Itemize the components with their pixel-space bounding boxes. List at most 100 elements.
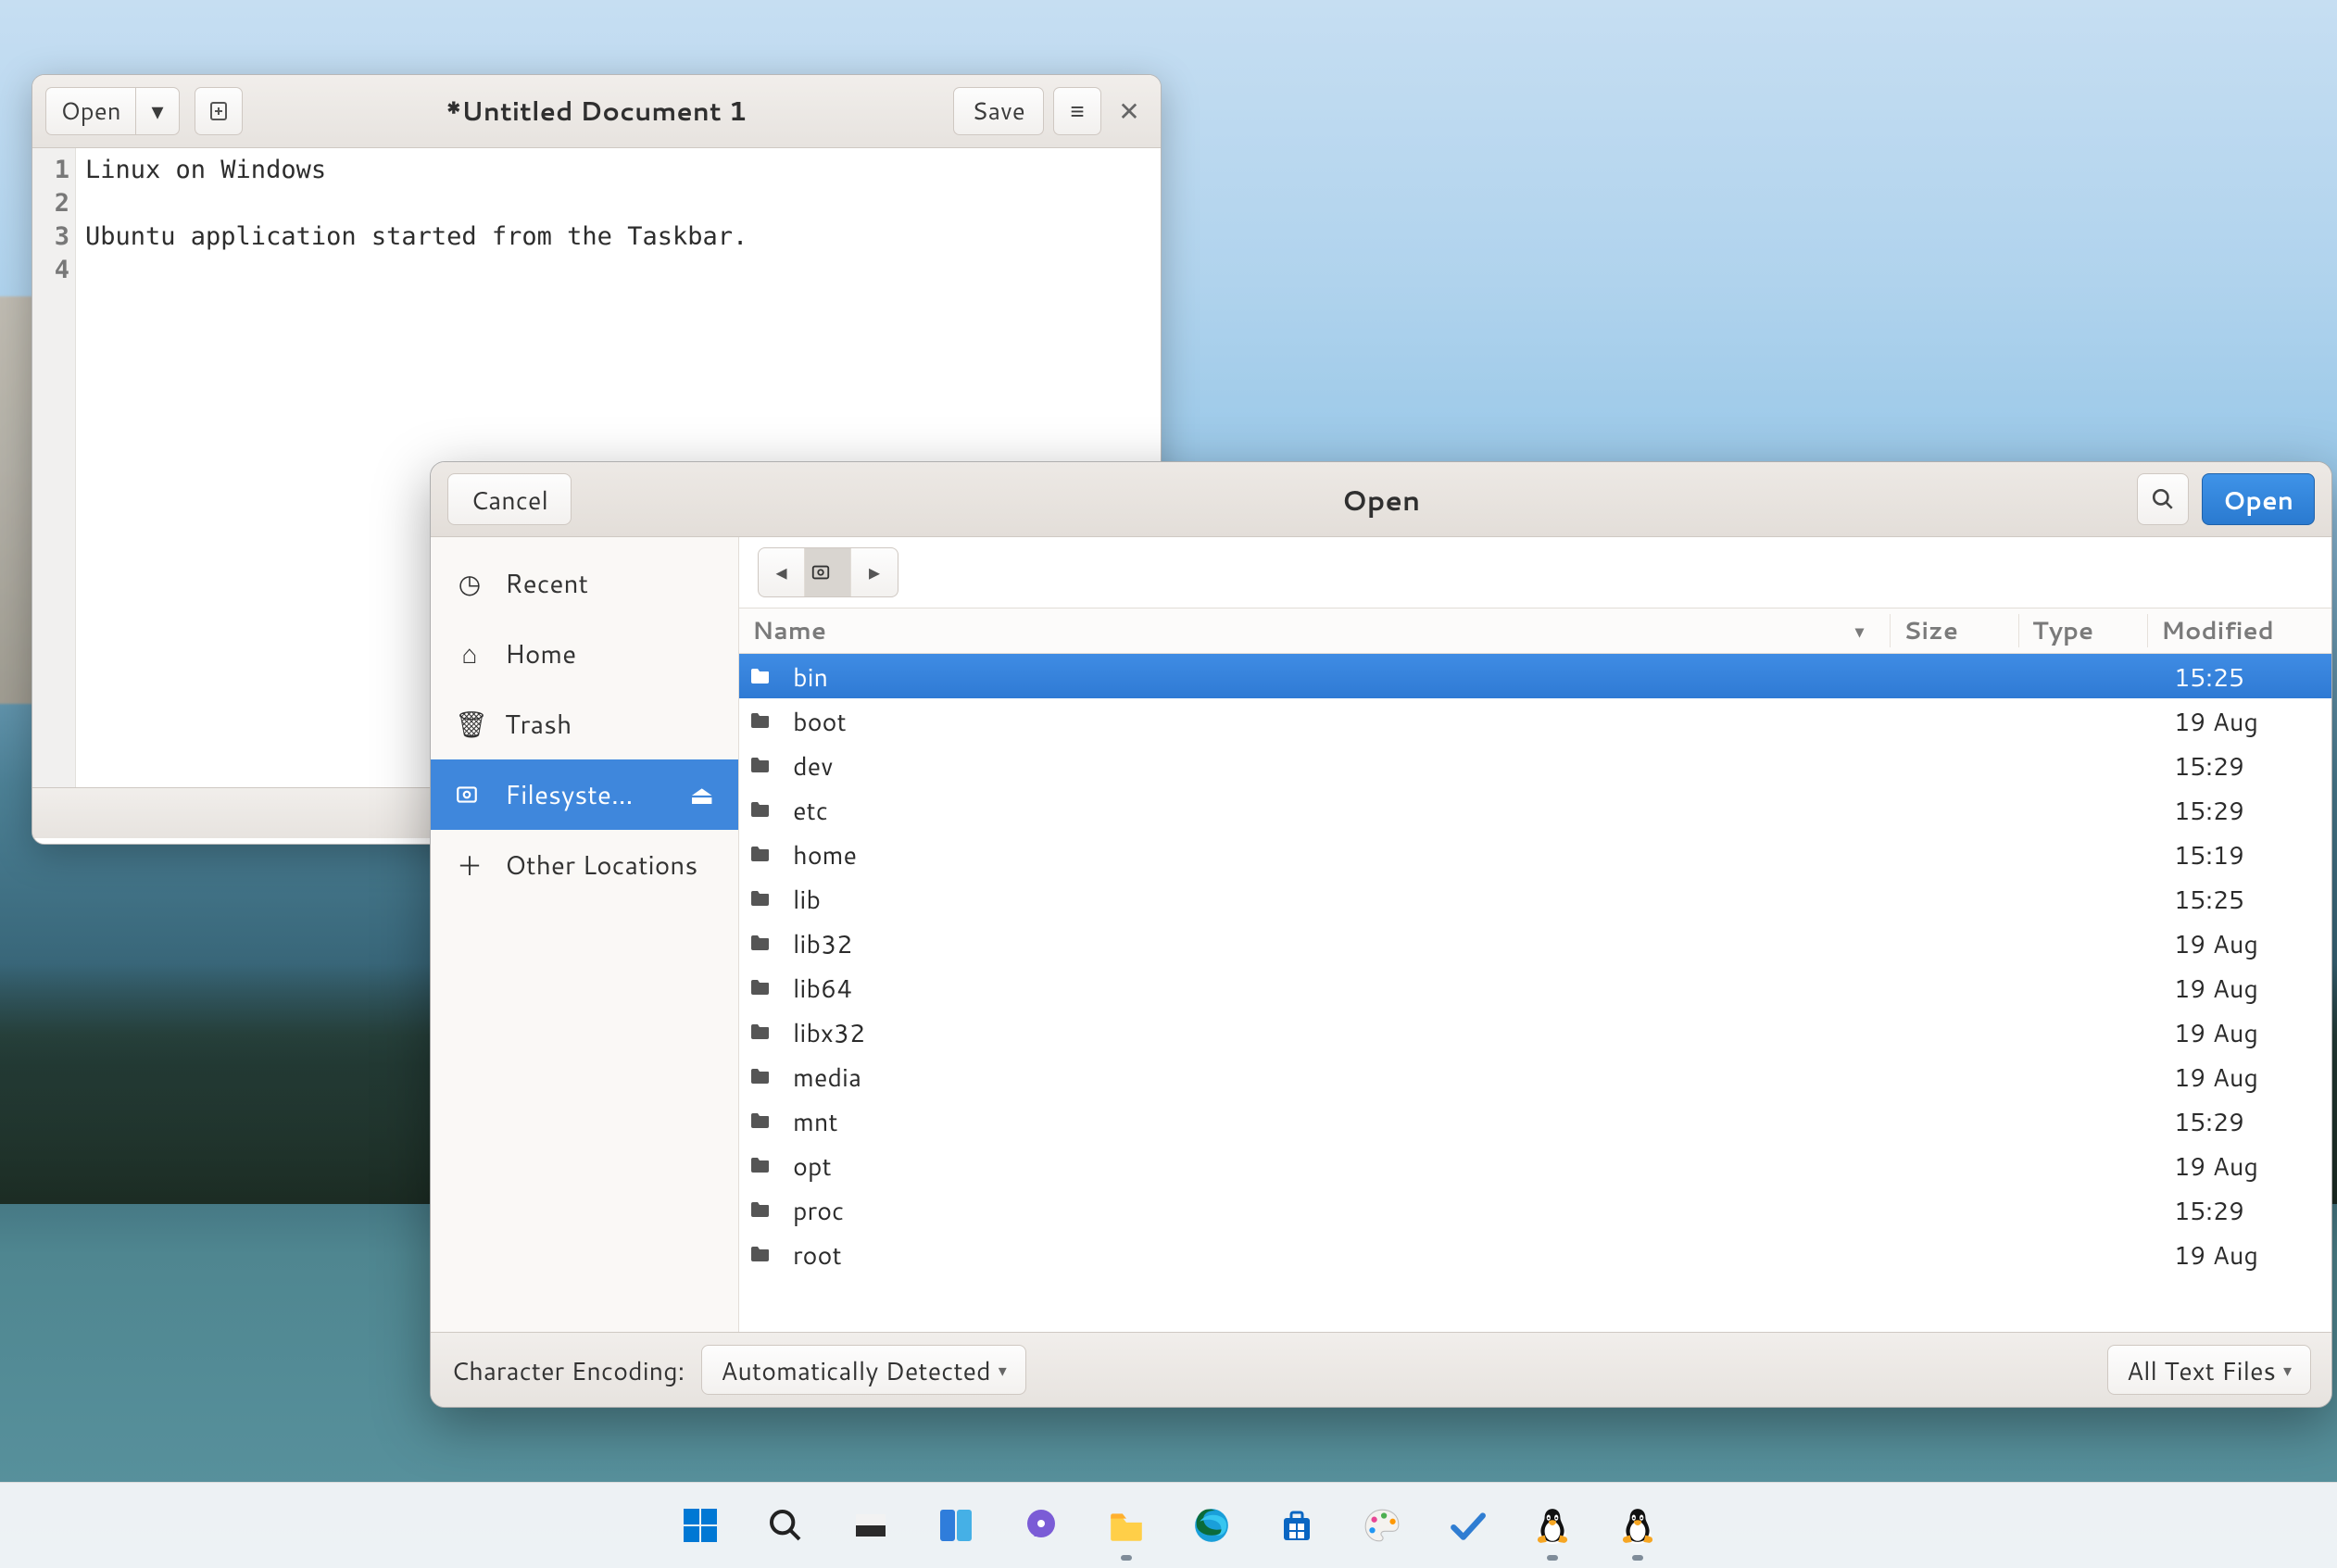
save-button[interactable]: Save [953,87,1044,135]
windows-logo-icon [682,1507,719,1544]
sidebar-item-filesystem-root[interactable]: Filesyste... ⏏ [431,759,738,830]
line-number: 2 [32,187,69,220]
sidebar-item-label: Other Locations [505,847,697,884]
file-explorer-button[interactable] [1104,1503,1149,1548]
column-header-modified[interactable]: Modified [2147,614,2331,647]
new-tab-button[interactable] [195,87,243,135]
path-bar: ◂ ▸ [739,537,2331,608]
file-name: media [787,1059,2161,1095]
file-row[interactable]: lib6419 Aug [739,965,2331,1010]
folder-icon [1107,1506,1146,1545]
desktop-background: Open ▾ *Untitled Document 1 Save ≡ ✕ 1 2… [0,0,2337,1568]
taskbar-search[interactable] [763,1503,808,1548]
chat-icon [1023,1507,1060,1544]
file-filter-dropdown[interactable]: All Text Files▾ [2107,1345,2311,1395]
file-name: root [787,1236,2161,1273]
triangle-left-icon: ◂ [775,560,786,585]
file-row[interactable]: libx3219 Aug [739,1010,2331,1054]
sidebar-item-other-locations[interactable]: ＋ Other Locations [431,830,738,900]
microsoft-store-button[interactable] [1275,1503,1319,1548]
file-row[interactable]: media19 Aug [739,1054,2331,1098]
file-row[interactable]: bin15:25 [739,654,2331,698]
file-row[interactable]: root19 Aug [739,1232,2331,1276]
file-open-dialog: Cancel Open Open ◷ Recent ⌂ Home [430,461,2332,1408]
file-name: bin [787,659,2161,695]
column-header-size[interactable]: Size [1890,614,2018,647]
file-row[interactable]: home15:19 [739,832,2331,876]
folder-icon [739,1154,787,1176]
folder-icon [739,1021,787,1043]
column-header-name[interactable]: Name▾ [739,614,1890,647]
sidebar-item-label: Filesyste... [505,776,633,813]
cancel-button[interactable]: Cancel [447,473,572,525]
sidebar-item-trash[interactable]: 🗑 Trash [431,689,738,759]
file-name: etc [787,792,2161,828]
column-header-type[interactable]: Type [2018,614,2147,647]
file-modified: 15:25 [2161,881,2331,917]
triangle-down-icon: ▾ [2283,1358,2292,1382]
file-modified: 15:29 [2161,792,2331,828]
sidebar-item-home[interactable]: ⌂ Home [431,619,738,689]
file-row[interactable]: proc15:29 [739,1187,2331,1232]
todo-app-button[interactable] [1445,1503,1489,1548]
line-number: 3 [32,220,69,254]
linux-app-button[interactable] [1530,1503,1575,1548]
triangle-right-icon: ▸ [869,560,880,585]
sidebar-item-label: Trash [505,706,572,743]
folder-icon [739,1198,787,1221]
start-button[interactable] [678,1503,722,1548]
folder-icon [739,665,787,687]
folder-icon [739,932,787,954]
open-button[interactable]: Open [45,87,135,135]
file-modified: 15:29 [2161,747,2331,784]
file-row[interactable]: etc15:29 [739,787,2331,832]
widgets-button[interactable] [934,1503,978,1548]
hamburger-menu-button[interactable]: ≡ [1053,87,1101,135]
search-button[interactable] [2137,473,2189,525]
edge-browser-button[interactable] [1189,1503,1234,1548]
file-row[interactable]: boot19 Aug [739,698,2331,743]
file-row[interactable]: opt19 Aug [739,1143,2331,1187]
file-modified: 19 Aug [2161,1236,2331,1273]
plus-icon: ＋ [455,847,484,884]
file-list[interactable]: bin15:25boot19 Augdev15:29etc15:29home15… [739,654,2331,1332]
eject-icon[interactable]: ⏏ [690,776,714,813]
folder-icon [739,976,787,998]
file-row[interactable]: dev15:29 [739,743,2331,787]
places-sidebar: ◷ Recent ⌂ Home 🗑 Trash Filesyste... ⏏ [431,537,739,1332]
home-icon: ⌂ [455,635,484,672]
path-forward-button[interactable]: ▸ [851,548,898,596]
file-row[interactable]: lib3219 Aug [739,921,2331,965]
file-name: lib [787,881,2161,917]
dialog-title: Open [431,480,2331,520]
triangle-down-icon: ▾ [151,94,163,128]
linux-app-button-2[interactable] [1615,1503,1660,1548]
file-modified: 19 Aug [2161,970,2331,1006]
file-modified: 19 Aug [2161,703,2331,739]
sidebar-item-recent[interactable]: ◷ Recent [431,548,738,619]
dialog-footer: Character Encoding: Automatically Detect… [431,1332,2331,1407]
folder-icon [739,798,787,821]
tux-icon [1618,1506,1657,1545]
chat-button[interactable] [1019,1503,1063,1548]
open-recent-dropdown[interactable]: ▾ [135,87,180,135]
file-row[interactable]: lib15:25 [739,876,2331,921]
file-modified: 15:29 [2161,1103,2331,1139]
paint-button[interactable] [1360,1503,1404,1548]
line-number: 4 [32,254,69,287]
file-row[interactable]: mnt15:29 [739,1098,2331,1143]
open-confirm-button[interactable]: Open [2202,473,2315,525]
clock-icon: ◷ [455,565,484,602]
hamburger-icon: ≡ [1070,94,1084,128]
encoding-dropdown[interactable]: Automatically Detected▾ [701,1345,1026,1395]
edge-icon [1192,1506,1231,1545]
close-window-button[interactable]: ✕ [1111,93,1148,130]
palette-icon [1363,1506,1401,1545]
path-current-location[interactable] [805,548,851,596]
open-split-button[interactable]: Open ▾ [45,87,180,135]
file-name: mnt [787,1103,2161,1139]
file-modified: 19 Aug [2161,1148,2331,1184]
task-view-button[interactable] [848,1503,893,1548]
path-back-button[interactable]: ◂ [759,548,805,596]
file-name: lib32 [787,925,2161,961]
